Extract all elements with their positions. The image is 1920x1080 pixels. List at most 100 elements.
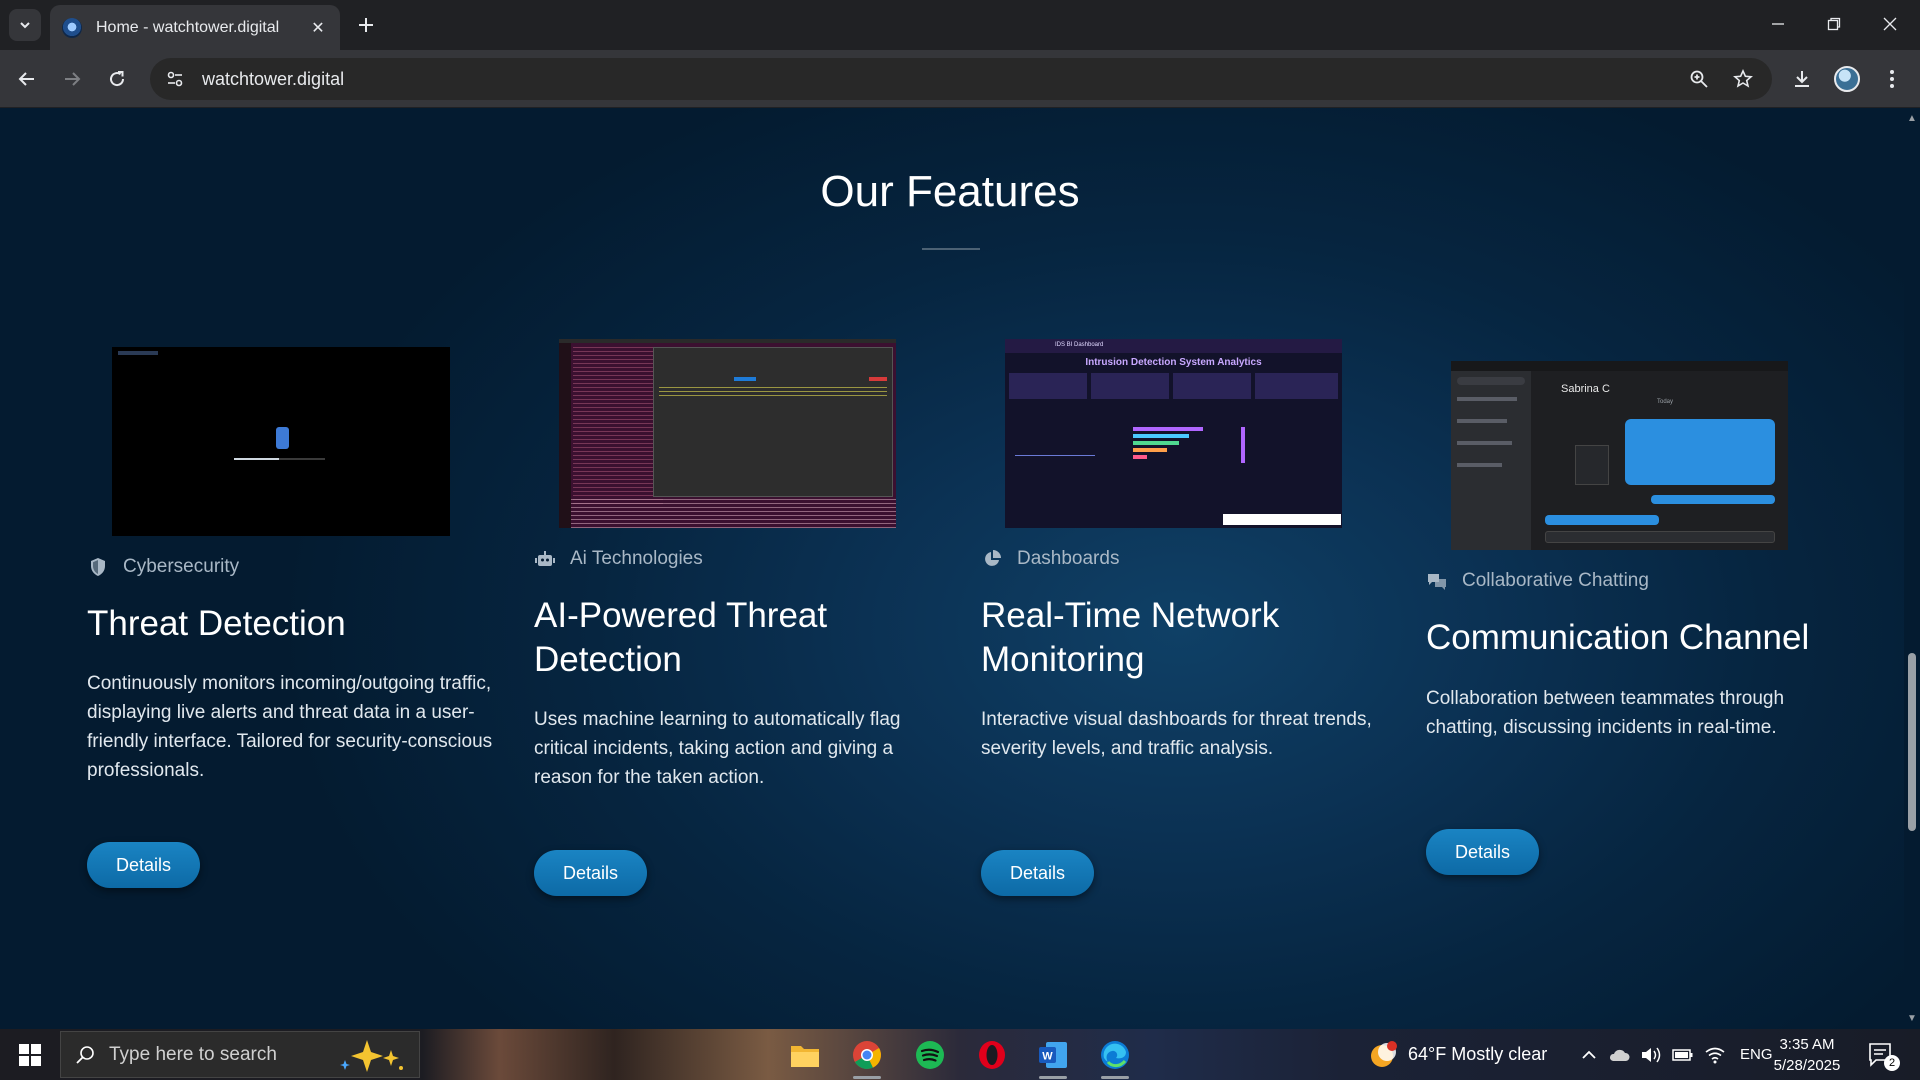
tab-search-button[interactable] bbox=[9, 9, 41, 41]
browser-menu-button[interactable] bbox=[1876, 63, 1908, 95]
word-app[interactable]: W bbox=[1033, 1035, 1073, 1079]
arrow-right-icon bbox=[65, 72, 81, 86]
feature-description: Collaboration between teammates through … bbox=[1426, 688, 1785, 738]
spotify-app[interactable] bbox=[910, 1035, 950, 1075]
spotify-icon bbox=[916, 1041, 944, 1069]
feature-category-label: Cybersecurity bbox=[123, 556, 240, 577]
title-divider bbox=[922, 248, 980, 250]
forward-button[interactable] bbox=[56, 63, 88, 95]
chrome-app[interactable] bbox=[847, 1035, 887, 1079]
folder-icon bbox=[791, 1046, 819, 1067]
close-icon bbox=[1883, 17, 1897, 31]
file-explorer-app[interactable] bbox=[785, 1035, 825, 1075]
screenshot-title: Intrusion Detection System Analytics bbox=[1085, 357, 1262, 368]
search-placeholder: Type here to search bbox=[109, 1043, 277, 1065]
feature-category-dashboards: Dashboards bbox=[981, 548, 1119, 570]
avatar bbox=[1834, 66, 1860, 92]
chevron-down-icon bbox=[20, 22, 30, 29]
site-favicon-icon bbox=[62, 17, 82, 38]
page-scrollbar[interactable]: ▲ ▼ bbox=[1904, 108, 1920, 1029]
restore-button[interactable] bbox=[1814, 8, 1854, 40]
feature-category-ai: Ai Technologies bbox=[534, 548, 703, 570]
feature-screenshot-network-monitoring: IDS BI Dashboard Intrusion Detection Sys… bbox=[1005, 339, 1342, 528]
weather-moon-icon bbox=[1371, 1040, 1397, 1067]
clock-time: 3:35 AM bbox=[1779, 1036, 1835, 1053]
opera-app[interactable] bbox=[972, 1035, 1012, 1075]
page-viewport: Our Features Cybersecurity Threat Detect… bbox=[0, 108, 1904, 1029]
pie-chart-icon bbox=[981, 548, 1003, 570]
address-bar[interactable]: watchtower.digital bbox=[150, 58, 1772, 100]
notifications-button[interactable]: 2 bbox=[1862, 1035, 1902, 1075]
downloads-button[interactable] bbox=[1786, 63, 1818, 95]
download-icon bbox=[1795, 71, 1809, 87]
site-settings-icon[interactable] bbox=[162, 66, 188, 92]
reload-icon bbox=[110, 71, 125, 87]
svg-text:W: W bbox=[1042, 1051, 1053, 1063]
plus-icon bbox=[359, 18, 373, 32]
browser-tab-active[interactable]: Home - watchtower.digital ✕ bbox=[50, 5, 340, 50]
scroll-up-icon[interactable]: ▲ bbox=[1907, 114, 1917, 124]
sparkle-icon bbox=[340, 1039, 403, 1072]
feature-title: Real-Time Network Monitoring bbox=[981, 596, 1280, 679]
feature-category-chatting: Collaborative Chatting bbox=[1426, 570, 1649, 592]
details-button-ai-threat-detection[interactable]: Details bbox=[534, 850, 647, 896]
robot-icon bbox=[534, 548, 556, 570]
url-text[interactable]: watchtower.digital bbox=[202, 69, 1684, 90]
new-tab-button[interactable] bbox=[353, 12, 379, 38]
profile-button[interactable] bbox=[1831, 63, 1863, 95]
scroll-thumb[interactable] bbox=[1908, 653, 1916, 831]
feature-category-label: Dashboards bbox=[1017, 548, 1120, 569]
feature-screenshot-communication: Sabrina C Today bbox=[1451, 361, 1788, 550]
tab-title: Home - watchtower.digital bbox=[96, 18, 280, 36]
close-tab-icon[interactable]: ✕ bbox=[308, 18, 328, 38]
cloud-icon[interactable] bbox=[1608, 1047, 1630, 1063]
chat-icon bbox=[1426, 570, 1448, 592]
windows-taskbar: Type here to search W 64°F Mostly clear … bbox=[0, 1029, 1920, 1080]
chevron-up-icon[interactable] bbox=[1580, 1046, 1598, 1064]
restore-icon bbox=[1827, 17, 1841, 31]
shield-icon bbox=[87, 556, 109, 578]
reload-button[interactable] bbox=[101, 63, 133, 95]
details-button-communication[interactable]: Details bbox=[1426, 829, 1539, 875]
notification-count: 2 bbox=[1884, 1055, 1900, 1071]
arrow-left-icon bbox=[18, 72, 34, 86]
windows-logo-icon bbox=[19, 1043, 41, 1066]
volume-icon[interactable] bbox=[1640, 1045, 1662, 1065]
edge-app[interactable] bbox=[1095, 1035, 1135, 1079]
search-icon bbox=[76, 1045, 94, 1064]
feature-title: Communication Channel bbox=[1426, 618, 1810, 657]
minimize-button[interactable] bbox=[1758, 8, 1798, 40]
feature-screenshot-ai-threat-detection bbox=[559, 339, 896, 528]
back-button[interactable] bbox=[11, 63, 43, 95]
more-vertical-icon bbox=[1890, 70, 1894, 88]
feature-category-cybersecurity: Cybersecurity bbox=[87, 556, 239, 578]
edge-icon bbox=[1101, 1041, 1129, 1069]
battery-icon[interactable] bbox=[1672, 1048, 1694, 1062]
feature-screenshot-threat-detection bbox=[112, 347, 450, 536]
feature-title: Threat Detection bbox=[87, 604, 346, 643]
chrome-icon bbox=[853, 1041, 881, 1069]
feature-category-label: Collaborative Chatting bbox=[1462, 570, 1649, 591]
opera-icon bbox=[979, 1041, 1005, 1069]
taskbar-clock[interactable]: 3:35 AM 5/28/2025 bbox=[1762, 1034, 1852, 1076]
scroll-down-icon[interactable]: ▼ bbox=[1907, 1014, 1917, 1024]
feature-description: Interactive visual dashboards for threat… bbox=[981, 709, 1372, 759]
bookmark-star-icon[interactable] bbox=[1728, 64, 1758, 94]
taskbar-search-input[interactable]: Type here to search bbox=[60, 1031, 420, 1078]
clock-date: 5/28/2025 bbox=[1773, 1057, 1841, 1074]
wifi-icon[interactable] bbox=[1704, 1046, 1726, 1064]
browser-tab-bar: Home - watchtower.digital ✕ bbox=[0, 0, 1920, 50]
feature-title: AI-Powered Threat Detection bbox=[534, 596, 828, 679]
browser-toolbar: watchtower.digital bbox=[0, 50, 1920, 108]
zoom-icon[interactable] bbox=[1684, 64, 1714, 94]
feature-category-label: Ai Technologies bbox=[570, 548, 703, 569]
word-icon: W bbox=[1039, 1042, 1067, 1068]
feature-description: Uses machine learning to automatically f… bbox=[534, 709, 901, 788]
details-button-network-monitoring[interactable]: Details bbox=[981, 850, 1094, 896]
details-button-threat-detection[interactable]: Details bbox=[87, 842, 200, 888]
start-button[interactable] bbox=[0, 1029, 60, 1080]
weather-widget[interactable]: 64°F Mostly clear bbox=[1368, 1029, 1547, 1080]
weather-text: 64°F Mostly clear bbox=[1408, 1044, 1548, 1064]
close-window-button[interactable] bbox=[1870, 8, 1910, 40]
minimize-icon bbox=[1772, 23, 1784, 25]
